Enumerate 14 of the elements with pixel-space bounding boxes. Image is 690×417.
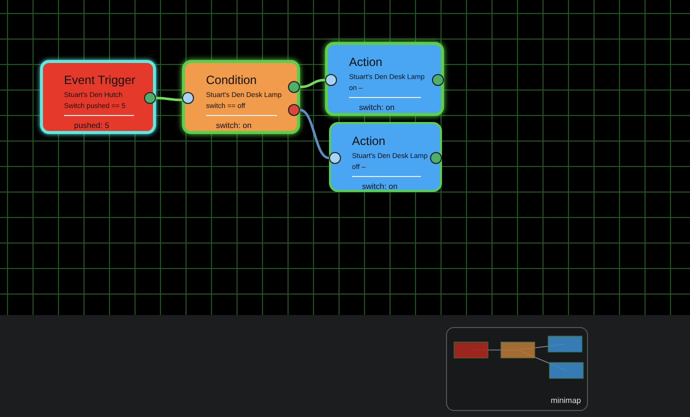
minimap-panel[interactable]: minimap — [446, 327, 588, 411]
node-title: Action — [352, 134, 386, 148]
node-title: Action — [349, 55, 384, 69]
minimap-node — [549, 362, 584, 379]
node-status: switch: on — [361, 181, 399, 192]
node-status: switch: on — [215, 120, 253, 131]
node-title: Event Trigger — [64, 73, 136, 87]
minimap-node — [500, 342, 536, 358]
node-status: pushed: 5 — [73, 120, 110, 131]
node-title: Condition — [206, 73, 258, 87]
minimap-node — [454, 342, 488, 358]
minimap-label: minimap — [550, 395, 581, 407]
node-status: switch: on — [358, 102, 396, 113]
minimap-node — [548, 336, 582, 352]
